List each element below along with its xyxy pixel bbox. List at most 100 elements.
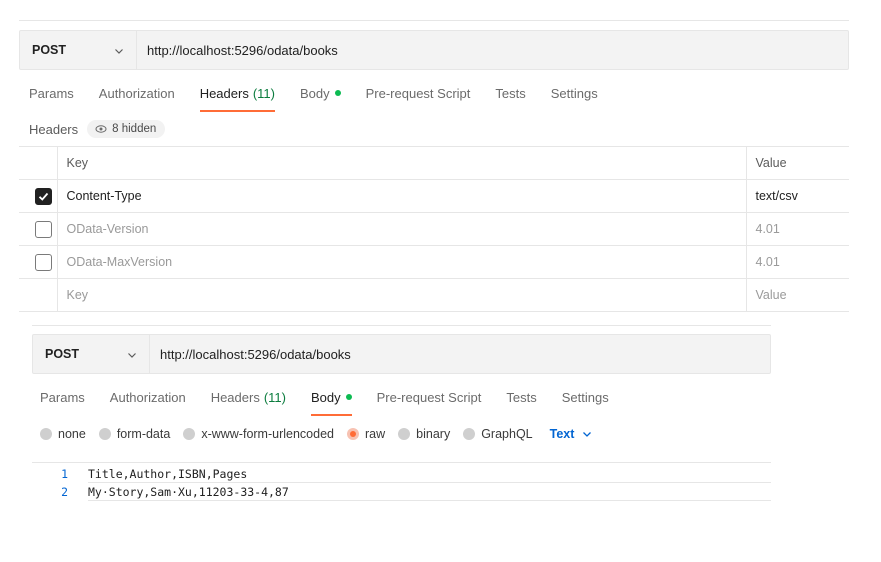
key-column-header: Key [57, 146, 747, 180]
tab-label: Params [29, 85, 74, 101]
tab-authorization[interactable]: Authorization [110, 378, 186, 416]
checkbox-cell [19, 179, 58, 213]
new-key-input[interactable]: Key [57, 278, 747, 312]
body-option-graphql[interactable]: GraphQL [463, 427, 533, 441]
line-text[interactable]: Title,Author,ISBN,Pages [88, 465, 771, 483]
option-label: raw [365, 427, 386, 441]
body-type-options: none form-data x-www-form-urlencoded raw… [32, 420, 771, 448]
tab-body[interactable]: Body [310, 378, 352, 416]
tab-label: Body [299, 85, 330, 101]
option-label: none [58, 427, 86, 441]
radio-button[interactable] [463, 428, 476, 440]
editor-line: 2 My·Story,Sam·Xu,11203-33-4,87 [32, 483, 771, 501]
body-option-urlencoded[interactable]: x-www-form-urlencoded [183, 427, 334, 441]
url-bar: POST http://localhost:5296/odata/books [32, 334, 771, 374]
option-label: GraphQL [481, 427, 533, 441]
checkbox-cell [19, 278, 58, 312]
radio-button[interactable] [40, 428, 52, 440]
divider [32, 325, 771, 326]
header-key-cell[interactable]: Content-Type [57, 179, 747, 213]
method-select[interactable]: POST [20, 31, 137, 69]
check-icon [38, 192, 49, 201]
header-enabled-checkbox[interactable] [35, 220, 52, 238]
tab-params[interactable]: Params [29, 74, 74, 112]
headers-section-title: Headers 8 hidden [19, 116, 849, 142]
tab-headers[interactable]: Headers (11) [211, 378, 286, 416]
line-number: 1 [61, 467, 68, 481]
tab-label: Authorization [98, 85, 175, 101]
editor-line: 1 Title,Author,ISBN,Pages [32, 465, 771, 483]
method-label: POST [32, 43, 67, 57]
tab-tests[interactable]: Tests [506, 378, 536, 416]
tab-body[interactable]: Body [300, 74, 341, 112]
headers-table: Key Value Content-Type text/csv OData-Ve… [19, 146, 849, 312]
option-label: x-www-form-urlencoded [201, 427, 334, 441]
tab-label: Authorization [109, 389, 186, 405]
header-value-cell[interactable]: text/csv [746, 179, 849, 213]
tab-label: Settings [561, 389, 609, 405]
table-row-new: Key Value [19, 278, 849, 312]
tab-label: Body [310, 389, 341, 405]
raw-format-select[interactable]: Text [550, 427, 593, 441]
chevron-down-icon [583, 432, 592, 437]
radio-button[interactable] [98, 428, 111, 440]
checkbox-cell [19, 245, 58, 279]
tab-label: Settings [550, 85, 598, 101]
tab-settings[interactable]: Settings [562, 378, 609, 416]
checkbox-cell [19, 212, 58, 246]
eye-icon [95, 125, 107, 133]
hidden-count-label: 8 hidden [112, 123, 157, 135]
table-row: Content-Type text/csv [19, 179, 849, 213]
url-input[interactable]: http://localhost:5296/odata/books [150, 335, 770, 373]
option-label: form-data [116, 427, 171, 441]
tab-pre-request-script[interactable]: Pre-request Script [366, 74, 471, 112]
header-value-cell[interactable]: 4.01 [746, 212, 849, 246]
line-number: 2 [61, 485, 68, 499]
table-row: OData-MaxVersion 4.01 [19, 245, 849, 279]
tab-label: Tests [506, 389, 537, 405]
headers-label: Headers [29, 121, 79, 137]
hidden-headers-toggle[interactable]: 8 hidden [87, 120, 166, 138]
request-panel-body: POST http://localhost:5296/odata/books P… [32, 325, 771, 501]
radio-button-selected[interactable] [347, 428, 359, 440]
header-key-cell[interactable]: OData-Version [57, 212, 747, 246]
tab-settings[interactable]: Settings [551, 74, 598, 112]
tab-authorization[interactable]: Authorization [99, 74, 175, 112]
body-indicator-dot [345, 394, 352, 400]
body-option-raw[interactable]: raw [347, 427, 385, 441]
tab-label: Tests [495, 85, 526, 101]
header-value-cell[interactable]: 4.01 [746, 245, 849, 279]
tab-label: Params [40, 389, 85, 405]
tab-headers[interactable]: Headers (11) [199, 74, 276, 112]
request-tabs: Params Authorization Headers (11) Body Pr… [32, 378, 771, 416]
header-key-cell[interactable]: OData-MaxVersion [57, 245, 747, 279]
url-input[interactable]: http://localhost:5296/odata/books [137, 31, 848, 69]
body-indicator-dot [334, 90, 341, 96]
tab-params[interactable]: Params [40, 378, 85, 416]
value-column-header: Value [746, 146, 849, 180]
chevron-down-icon [114, 45, 124, 55]
header-enabled-checkbox[interactable] [35, 253, 52, 271]
divider [19, 20, 849, 21]
body-option-none[interactable]: none [40, 427, 86, 441]
method-select[interactable]: POST [33, 335, 150, 373]
request-panel-headers: POST http://localhost:5296/odata/books P… [19, 20, 849, 312]
format-label: Text [549, 427, 575, 441]
checkbox-column-header [19, 146, 58, 180]
tab-pre-request-script[interactable]: Pre-request Script [377, 378, 482, 416]
body-option-binary[interactable]: binary [398, 427, 450, 441]
radio-button[interactable] [398, 428, 411, 440]
body-option-form-data[interactable]: form-data [98, 427, 171, 441]
request-tabs: Params Authorization Headers (11) Body Pr… [19, 74, 849, 112]
new-value-input[interactable]: Value [746, 278, 849, 312]
radio-button[interactable] [183, 428, 196, 440]
headers-count: (11) [263, 389, 286, 405]
body-code-editor[interactable]: 1 Title,Author,ISBN,Pages 2 My·Story,Sam… [32, 462, 771, 501]
line-text[interactable]: My·Story,Sam·Xu,11203-33-4,87 [88, 483, 771, 501]
headers-count: (11) [252, 85, 275, 101]
option-label: binary [416, 427, 451, 441]
header-enabled-checkbox[interactable] [35, 187, 52, 205]
tab-tests[interactable]: Tests [495, 74, 525, 112]
table-header-row: Key Value [19, 146, 849, 180]
tab-label: Pre-request Script [376, 389, 482, 405]
